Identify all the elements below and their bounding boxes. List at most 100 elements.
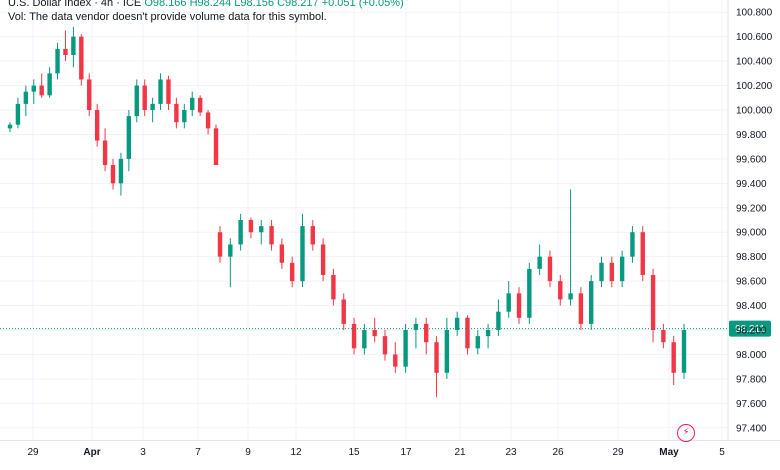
candle-body [516,293,522,318]
candle [403,323,408,373]
candle [174,97,179,129]
candle [454,311,460,337]
candle-body [331,275,336,300]
candle [537,244,542,275]
candle [182,103,187,129]
candle-body [126,116,132,159]
candle [661,323,666,349]
candle-body [454,317,460,330]
candle [516,287,522,324]
candle-body [444,330,450,373]
candle [331,268,336,306]
candle-body [372,330,377,337]
candle-body [182,110,187,123]
x-tick-label: May [659,447,679,458]
candle-body [110,165,116,184]
candle [228,238,233,288]
candle [7,122,13,132]
candle [134,79,139,123]
candle [424,317,429,355]
x-tick-label: 29 [27,447,39,458]
candle [382,330,388,361]
candle [599,256,604,288]
candle-body [341,299,346,324]
candle-body [15,103,21,125]
ohlc-values: O98.166 H98.244 L98.156 C98.217 +0.051 (… [144,0,404,9]
y-tick-label: 98.200 [736,326,767,337]
candle [94,103,100,147]
lightning-bolt-icon[interactable]: ⚡ [677,424,695,442]
candle [55,42,60,80]
candle [671,336,676,385]
y-tick-label: 100.400 [736,57,773,68]
candle-body [609,262,615,282]
candle-body [671,342,676,373]
candle-body [190,97,195,110]
candle [589,275,594,330]
candle-body [213,128,219,165]
candle [150,97,155,123]
y-tick-label: 99.800 [736,130,767,141]
candle-body [320,244,326,275]
price-axis: 100.800 100.600 100.400 100.200 100.000 99.80… [727,0,773,440]
candle-body [424,323,429,343]
volume-note: Vol: The data vendor doesn't provide vol… [8,11,327,23]
candle [15,97,21,129]
candle-body [205,112,211,129]
candle [609,256,615,288]
candle [351,317,357,355]
last-price-line: 98.211 [0,320,771,337]
y-tick-label: 100.600 [736,32,773,43]
candle-body [403,330,408,367]
candle [341,293,346,330]
candle [527,262,532,324]
candle-body [578,293,584,324]
candle-body [619,256,625,282]
candlestick-series [7,26,687,398]
candle [465,315,470,355]
candle-body [382,336,388,355]
candle-body [134,85,139,117]
candle [506,281,511,318]
candle-body [197,97,203,113]
candle-body [79,36,84,80]
candle [413,317,419,349]
candle-body [506,293,511,312]
candle-body [248,220,254,233]
candle-body [279,244,285,263]
price-chart[interactable]: 98.211 100.800 100.600 100.400 100.200 100.0… [0,0,780,470]
candle [47,67,52,98]
x-tick-label: 5 [719,447,725,458]
candle [640,226,645,282]
candle-body [289,262,295,282]
x-tick-label: 17 [400,447,412,458]
candle [444,317,450,379]
y-tick-label: 99.200 [736,203,767,214]
candle [238,213,243,251]
x-tick-label: 26 [552,447,564,458]
candle [118,152,124,196]
candle-body [23,91,29,104]
candle [279,238,285,269]
candle [158,73,163,110]
candle [320,238,326,282]
candle [650,268,656,343]
candle [362,323,367,355]
x-tick-label: 21 [454,447,466,458]
y-tick-label: 98.400 [736,301,767,312]
candle [269,220,274,251]
candle [300,213,305,288]
y-tick-label: 98.000 [736,350,767,361]
candle-body [630,232,635,257]
candle-body [640,232,645,275]
candle-body [87,79,92,110]
candle-body [434,342,439,373]
candle-body [102,140,108,165]
candle-body [228,244,233,257]
candle-body [681,330,687,373]
candle-body [362,330,367,349]
y-tick-label: 99.600 [736,154,767,165]
candle [372,317,377,343]
x-tick-label: 3 [140,447,146,458]
candle-body [568,293,573,300]
